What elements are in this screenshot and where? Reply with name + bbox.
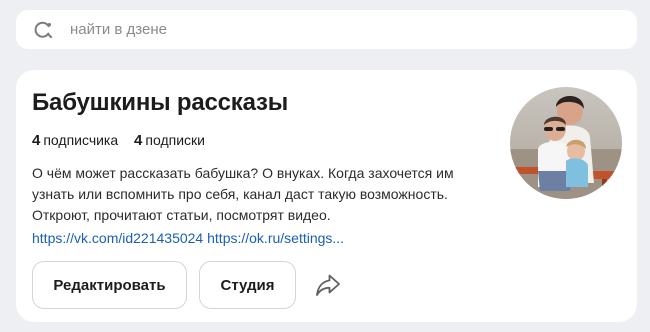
channel-stats: 4 подписчика 4 подписки (32, 131, 205, 150)
search-bar[interactable] (16, 10, 637, 49)
search-input[interactable] (70, 10, 590, 49)
search-icon (33, 20, 53, 40)
channel-description: О чём может рассказать бабушка? О внуках… (32, 165, 454, 223)
avatar[interactable] (510, 87, 622, 199)
subscriptions-count: 4 (134, 132, 143, 149)
ok-link[interactable]: https://ok.ru/settings... (207, 230, 344, 246)
subscribers-stat[interactable]: 4 подписчика (32, 131, 118, 150)
subscriptions-stat[interactable]: 4 подписки (134, 131, 205, 150)
edit-button[interactable]: Редактировать (32, 261, 187, 309)
subscriptions-label: подписки (145, 132, 205, 148)
share-icon (316, 274, 340, 296)
subscribers-label: подписчика (43, 132, 119, 148)
channel-card: Бабушкины рассказы 4 подписчика 4 подписки… (16, 70, 637, 322)
channel-links: https://vk.com/id221435024 https://ok.ru… (32, 229, 344, 247)
studio-button[interactable]: Студия (199, 261, 296, 309)
subscribers-count: 4 (32, 132, 41, 149)
share-button[interactable] (313, 271, 343, 299)
vk-link[interactable]: https://vk.com/id221435024 (32, 230, 203, 246)
channel-title: Бабушкины рассказы (32, 89, 289, 116)
